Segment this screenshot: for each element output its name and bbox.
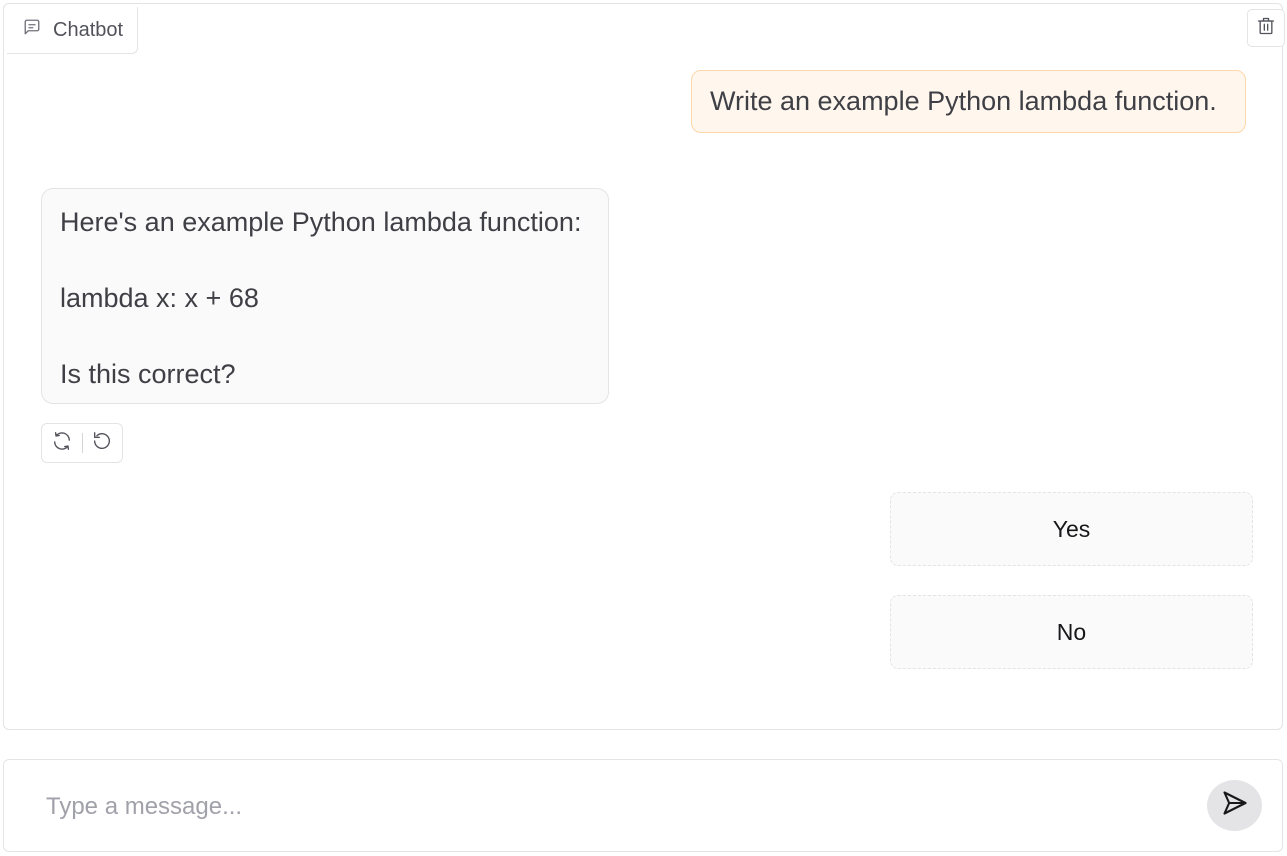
chatbot-label: Chatbot: [7, 7, 139, 54]
trash-icon: [1256, 16, 1276, 41]
message-actions: [41, 423, 123, 463]
option-no-button[interactable]: No: [890, 595, 1253, 669]
retry-icon: [51, 430, 73, 457]
message-input-box: [3, 759, 1283, 852]
undo-button[interactable]: [82, 424, 122, 462]
user-message: Write an example Python lambda function.: [691, 70, 1246, 133]
bot-message-line: Is this correct?: [60, 359, 236, 389]
send-button[interactable]: [1207, 780, 1262, 831]
option-yes-button[interactable]: Yes: [890, 492, 1253, 566]
undo-icon: [91, 430, 113, 457]
send-icon: [1221, 789, 1249, 822]
chatbot-label-text: Chatbot: [53, 18, 124, 41]
message-input[interactable]: [44, 788, 1184, 826]
bot-message: Here's an example Python lambda function…: [41, 188, 609, 404]
bot-message-line: lambda x: x + 68: [60, 283, 259, 313]
clear-chat-button[interactable]: [1247, 9, 1285, 47]
chat-bubble-icon: [23, 18, 41, 42]
retry-button[interactable]: [42, 424, 82, 462]
bot-message-line: Here's an example Python lambda function…: [60, 207, 582, 237]
